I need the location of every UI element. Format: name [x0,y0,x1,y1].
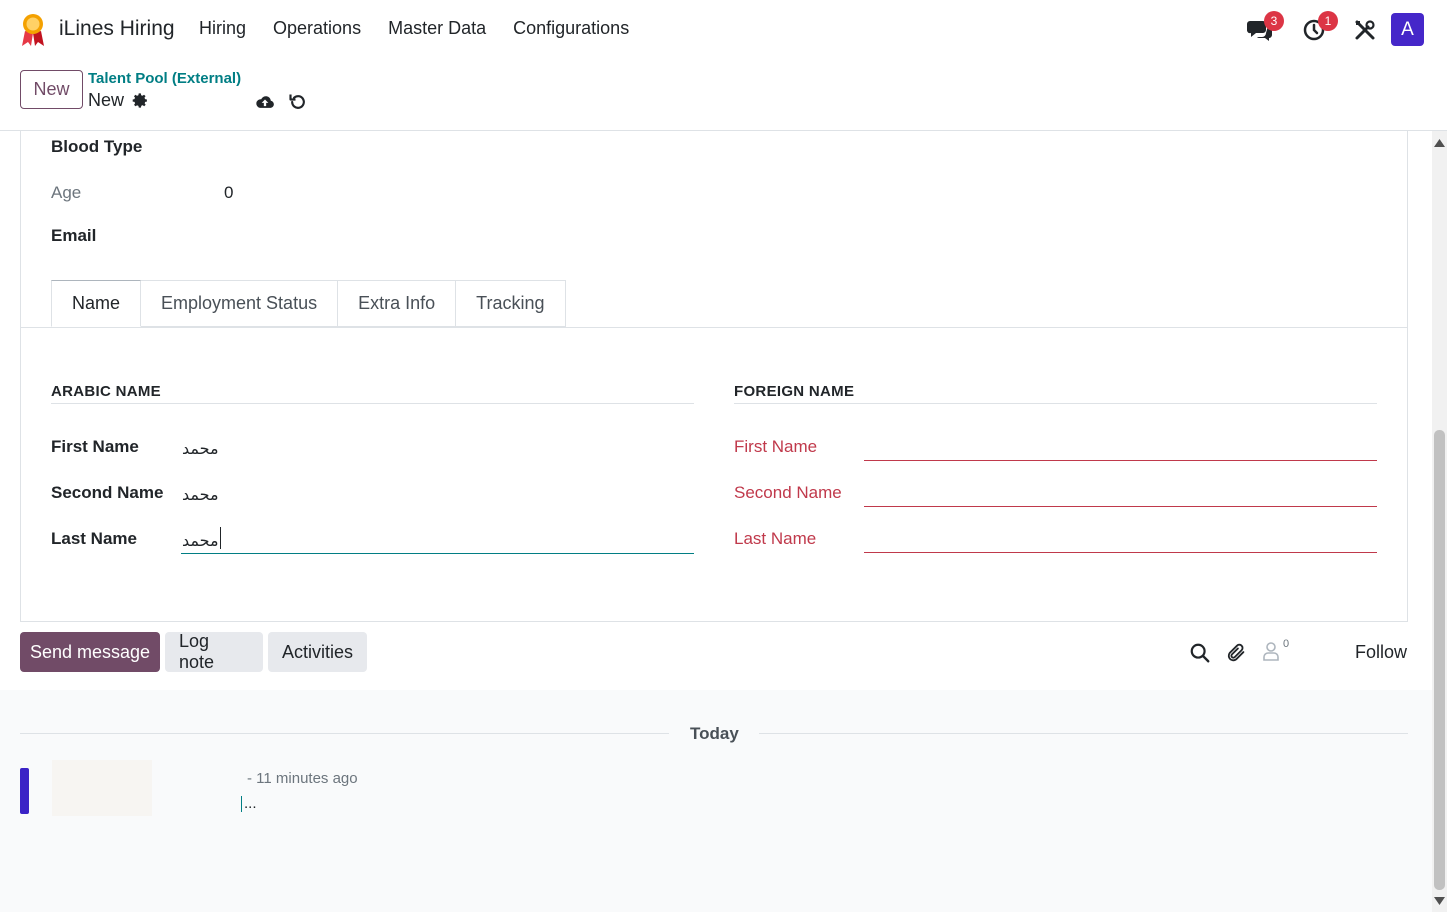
menu-operations[interactable]: Operations [273,18,361,39]
scroll-up-arrow-icon[interactable] [1434,137,1445,148]
text-cursor [220,527,221,549]
new-button[interactable]: New [20,70,83,109]
search-icon[interactable] [1189,642,1211,664]
foreign-second-name-input[interactable] [864,506,1377,507]
message-author-avatar[interactable] [52,760,152,816]
activities-badge: 1 [1318,11,1338,31]
breadcrumb-current-label: New [88,90,125,110]
gear-icon[interactable] [132,92,149,109]
main-menu: Hiring Operations Master Data Configurat… [199,18,629,39]
foreign-second-name-label: Second Name [734,483,842,502]
foreign-name-title: FOREIGN NAME [734,383,855,400]
cloud-upload-icon[interactable] [255,92,275,112]
tools-icon [1355,20,1375,40]
tab-name[interactable]: Name [51,280,142,327]
notebook-tabs: Name Employment Status Extra Info Tracki… [51,280,566,327]
arabic-second-name-input[interactable]: محمد [182,485,219,504]
send-message-button[interactable]: Send message [20,632,160,672]
tab-extra-info[interactable]: Extra Info [338,280,457,327]
foreign-first-name-input[interactable] [864,460,1377,461]
activities-button-chatter[interactable]: Activities [268,632,367,672]
arabic-first-name-input[interactable]: محمد [182,439,219,458]
email-label: Email [51,226,97,245]
arabic-group-rule [51,403,694,404]
message-timestamp: - 11 minutes ago [247,770,358,787]
message-highlight [20,768,29,814]
followers-count: 0 [1283,638,1290,650]
age-value: 0 [224,183,234,202]
menu-configurations[interactable]: Configurations [513,18,629,39]
form-sheet: Blood Type Age 0 Email Name Employment S… [20,131,1408,622]
menu-hiring[interactable]: Hiring [199,18,246,39]
age-label: Age [51,183,82,202]
breadcrumb-current: New [88,90,149,111]
tab-tracking[interactable]: Tracking [456,280,566,327]
followers-button[interactable]: 0 [1262,638,1292,665]
top-navbar: iLines Hiring Hiring Operations Master D… [0,0,1447,60]
arabic-last-name-underline [181,553,694,554]
paperclip-icon[interactable] [1226,642,1248,664]
arabic-last-name-label: Last Name [51,529,137,548]
user-avatar[interactable]: A [1391,13,1424,46]
app-logo-icon[interactable] [20,13,46,47]
today-divider-left [20,733,669,734]
app-name[interactable]: iLines Hiring [59,17,175,41]
foreign-last-name-input[interactable] [864,552,1377,553]
arabic-second-name-label: Second Name [51,483,164,502]
blood-type-label: Blood Type [51,137,143,156]
scrollbar-thumb[interactable] [1434,430,1445,890]
messages-badge: 3 [1264,11,1284,31]
foreign-last-name-label: Last Name [734,529,817,548]
tab-employment-status[interactable]: Employment Status [141,280,339,327]
message-body: ... [241,796,257,812]
log-note-button[interactable]: Log note [165,631,263,672]
activities-button[interactable]: 1 [1300,11,1338,44]
arabic-name-title: ARABIC NAME [51,383,161,400]
messages-button[interactable]: 3 [1246,11,1284,44]
foreign-group-rule [734,403,1377,404]
arabic-last-name-input[interactable]: محمد [182,531,219,550]
page-scrollbar[interactable] [1432,131,1447,912]
user-icon [1263,642,1279,661]
breadcrumb-parent[interactable]: Talent Pool (External) [88,70,241,87]
control-panel: New Talent Pool (External) New [0,60,1447,131]
tab-divider [21,327,1407,328]
foreign-first-name-label: First Name [734,437,818,456]
menu-master-data[interactable]: Master Data [388,18,486,39]
debug-tools-button[interactable] [1351,16,1379,44]
today-divider-right [759,733,1408,734]
scroll-down-arrow-icon[interactable] [1434,895,1445,906]
arabic-first-name-label: First Name [51,437,139,456]
follow-button[interactable]: Follow [1355,642,1407,663]
today-separator: Today [690,724,739,743]
discard-icon[interactable] [288,92,308,112]
